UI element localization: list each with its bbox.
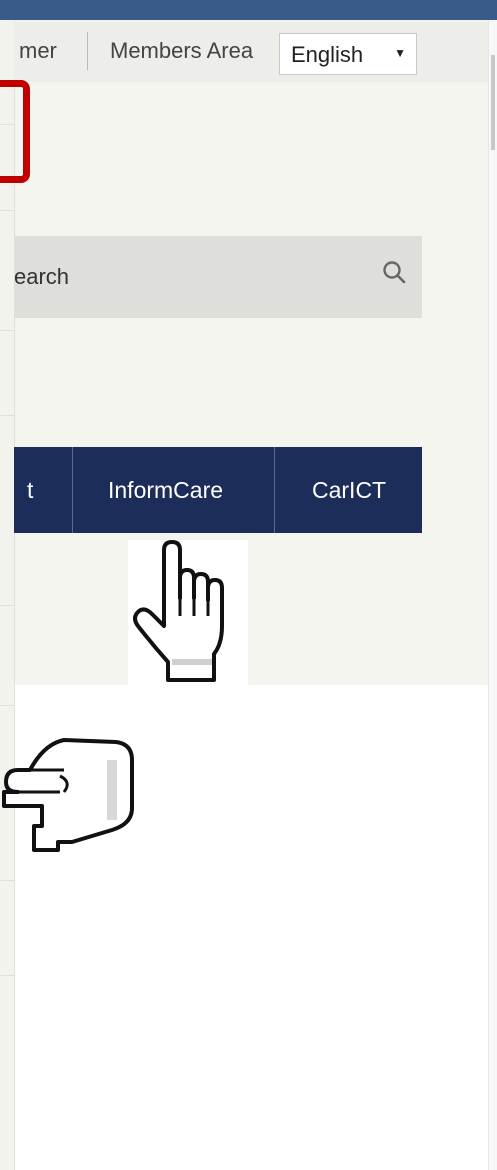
- highlight-annotation: [0, 80, 30, 183]
- left-panel-strip: [0, 20, 15, 1170]
- partial-header-link[interactable]: mer: [19, 38, 57, 64]
- nav-divider: [72, 447, 73, 533]
- nav-item-partial[interactable]: t: [27, 447, 33, 533]
- hand-point-right-icon: [2, 738, 134, 852]
- members-area-link[interactable]: Members Area: [110, 38, 253, 64]
- language-select[interactable]: English ▼: [279, 33, 417, 75]
- hand-pointer-icon: [128, 540, 248, 686]
- scrollbar-track[interactable]: [488, 20, 497, 1170]
- main-nav-bar: t InformCare CarICT: [14, 447, 422, 533]
- strip-divider: [0, 415, 14, 416]
- page-header-area: [14, 20, 488, 685]
- dropdown-arrow-icon: ▼: [394, 46, 406, 60]
- search-icon[interactable]: [380, 258, 408, 286]
- browser-top-bar: [0, 0, 497, 20]
- strip-divider: [0, 210, 14, 211]
- utility-divider: [87, 32, 88, 70]
- nav-item-carict[interactable]: CarICT: [312, 447, 386, 533]
- search-input[interactable]: earch: [14, 236, 422, 318]
- nav-divider: [274, 447, 275, 533]
- strip-divider: [0, 705, 14, 706]
- language-select-value: English: [291, 42, 364, 67]
- strip-divider: [0, 975, 14, 976]
- strip-divider: [0, 605, 14, 606]
- scrollbar-thumb[interactable]: [491, 55, 495, 150]
- strip-divider: [0, 330, 14, 331]
- strip-divider: [0, 880, 14, 881]
- search-placeholder: earch: [14, 264, 70, 289]
- nav-item-informcare[interactable]: InformCare: [108, 447, 223, 533]
